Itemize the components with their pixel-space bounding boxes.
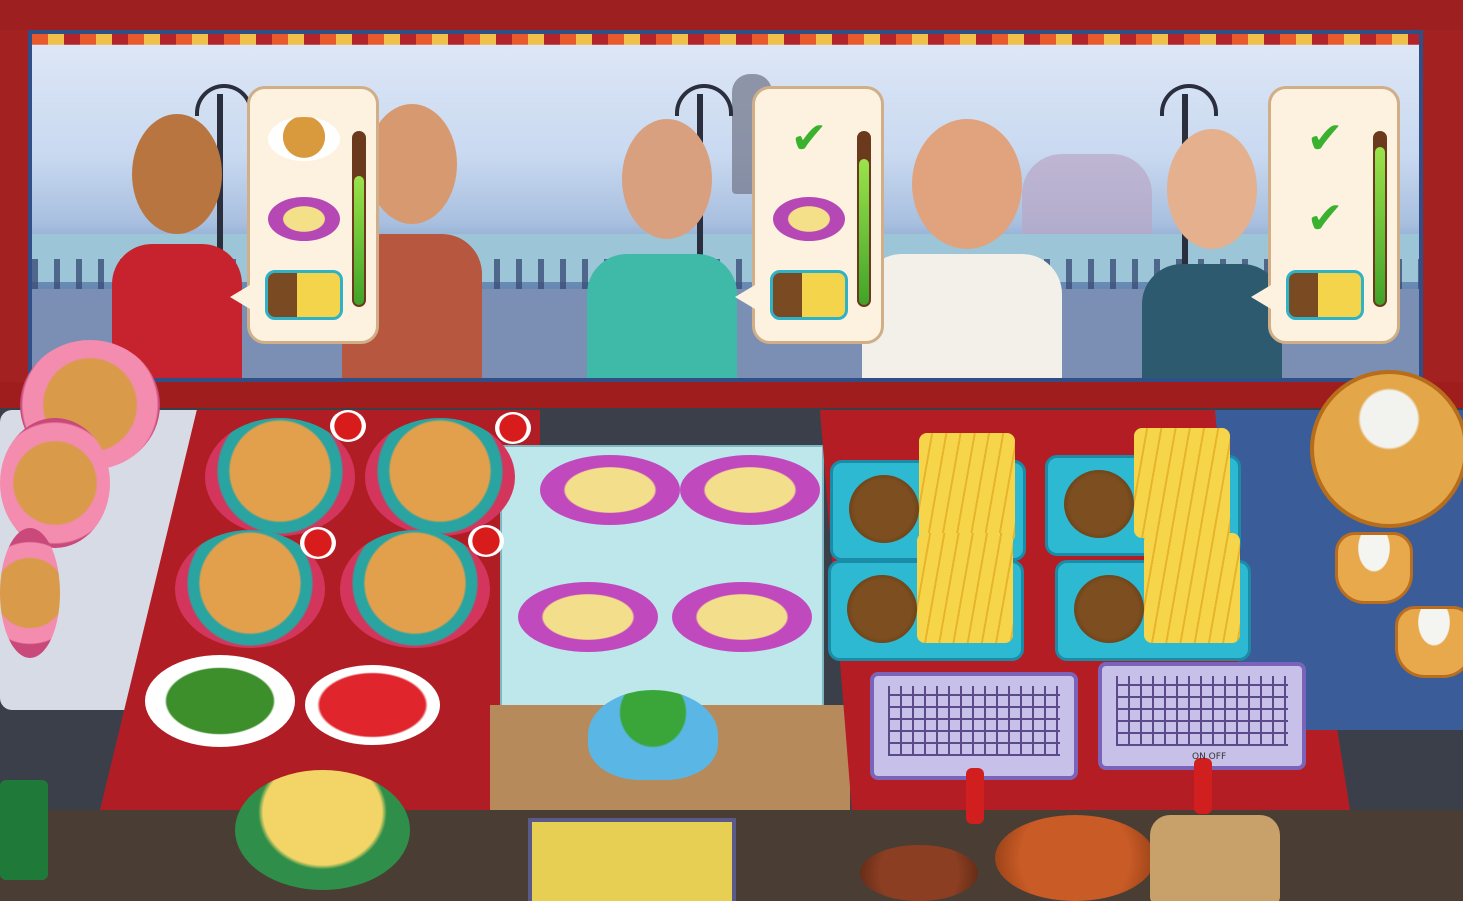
bhaji-pot[interactable] <box>0 528 60 658</box>
pav-bhaji-icon <box>268 117 340 161</box>
fryer-basket <box>888 686 1060 756</box>
serving-window: ✔ ✔ ✔ <box>28 30 1423 382</box>
pav-bhaji-plate[interactable] <box>205 418 355 536</box>
paneer-roll-plate[interactable] <box>518 582 658 652</box>
chickpea-bowl[interactable] <box>860 845 978 901</box>
order-chole-fries <box>769 265 849 325</box>
green-chutney-boat[interactable] <box>588 690 718 780</box>
bhaji-pot[interactable] <box>0 418 110 548</box>
patience-meter <box>1373 131 1387 307</box>
order-pav-bhaji-done: ✔ <box>1285 109 1365 169</box>
check-icon: ✔ <box>790 113 828 164</box>
coriander-plate[interactable] <box>145 655 295 747</box>
paneer-roll-plate[interactable] <box>672 582 812 652</box>
ketchup-dip <box>300 527 336 559</box>
patience-fill <box>354 176 364 305</box>
chole-fries-icon <box>1286 270 1364 320</box>
paneer-roll-icon <box>773 197 845 241</box>
trash-bin[interactable] <box>0 780 48 880</box>
fryer-2[interactable]: ON OFF <box>1098 662 1306 814</box>
order-pav-bhaji <box>264 109 344 169</box>
bunting-decoration <box>32 34 1419 45</box>
order-pav-bhaji-done: ✔ <box>769 109 849 169</box>
order-bubble-grandma[interactable]: ✔ <box>735 86 884 344</box>
check-icon: ✔ <box>1306 193 1344 244</box>
pav-bhaji-plate[interactable] <box>365 418 515 536</box>
order-bubble-office-woman[interactable]: ✔ ✔ <box>1251 86 1400 344</box>
chole-fries-tray[interactable] <box>1055 533 1251 661</box>
patience-meter <box>857 131 871 307</box>
order-paneer-roll <box>264 189 344 249</box>
order-paneer-roll <box>769 189 849 249</box>
ketchup-dip <box>330 410 366 442</box>
truck-roof <box>0 0 1463 34</box>
lassi-cup[interactable] <box>1335 532 1413 604</box>
customer-office-woman[interactable] <box>1137 114 1287 378</box>
lassi-pot[interactable] <box>1310 370 1463 528</box>
truck-right-wall <box>1423 30 1463 410</box>
chole-fries-icon <box>770 270 848 320</box>
roll-ingredient-tray[interactable] <box>528 818 736 901</box>
pav-bhaji-plate[interactable] <box>340 530 490 648</box>
order-chole-fries <box>1285 265 1365 325</box>
fryer-1[interactable] <box>870 672 1078 824</box>
dal-bowl[interactable] <box>235 770 410 890</box>
patience-fill <box>859 158 869 305</box>
paneer-roll-icon <box>268 197 340 241</box>
fryer-handle[interactable] <box>1194 758 1212 814</box>
paneer-roll-plate[interactable] <box>680 455 820 525</box>
order-paneer-roll-done: ✔ <box>1285 189 1365 249</box>
patience-meter <box>352 131 366 307</box>
ketchup-bowl[interactable] <box>305 665 440 745</box>
customer-bride[interactable] <box>102 94 252 378</box>
potato-basket[interactable] <box>995 815 1155 901</box>
flour-sack[interactable] <box>1150 815 1280 901</box>
fryer-handle[interactable] <box>966 768 984 824</box>
truck-left-wall <box>0 30 28 410</box>
fryer-basket <box>1116 676 1288 746</box>
customer-grandma[interactable] <box>577 94 747 378</box>
ketchup-dip <box>495 412 531 444</box>
lassi-cup[interactable] <box>1395 606 1463 678</box>
paneer-roll-plate[interactable] <box>540 455 680 525</box>
fryer-switch-label: ON OFF <box>1192 752 1227 762</box>
chole-fries-tray[interactable] <box>828 533 1024 661</box>
customer-rajasthani-man <box>852 104 1072 378</box>
patience-fill <box>1375 146 1385 305</box>
order-bubble-bride[interactable] <box>230 86 379 344</box>
order-chole-fries <box>264 265 344 325</box>
ketchup-dip <box>468 525 504 557</box>
chole-fries-icon <box>265 270 343 320</box>
game-scene: ✔ ✔ ✔ ON OFF <box>0 0 1463 901</box>
check-icon: ✔ <box>1306 113 1344 164</box>
